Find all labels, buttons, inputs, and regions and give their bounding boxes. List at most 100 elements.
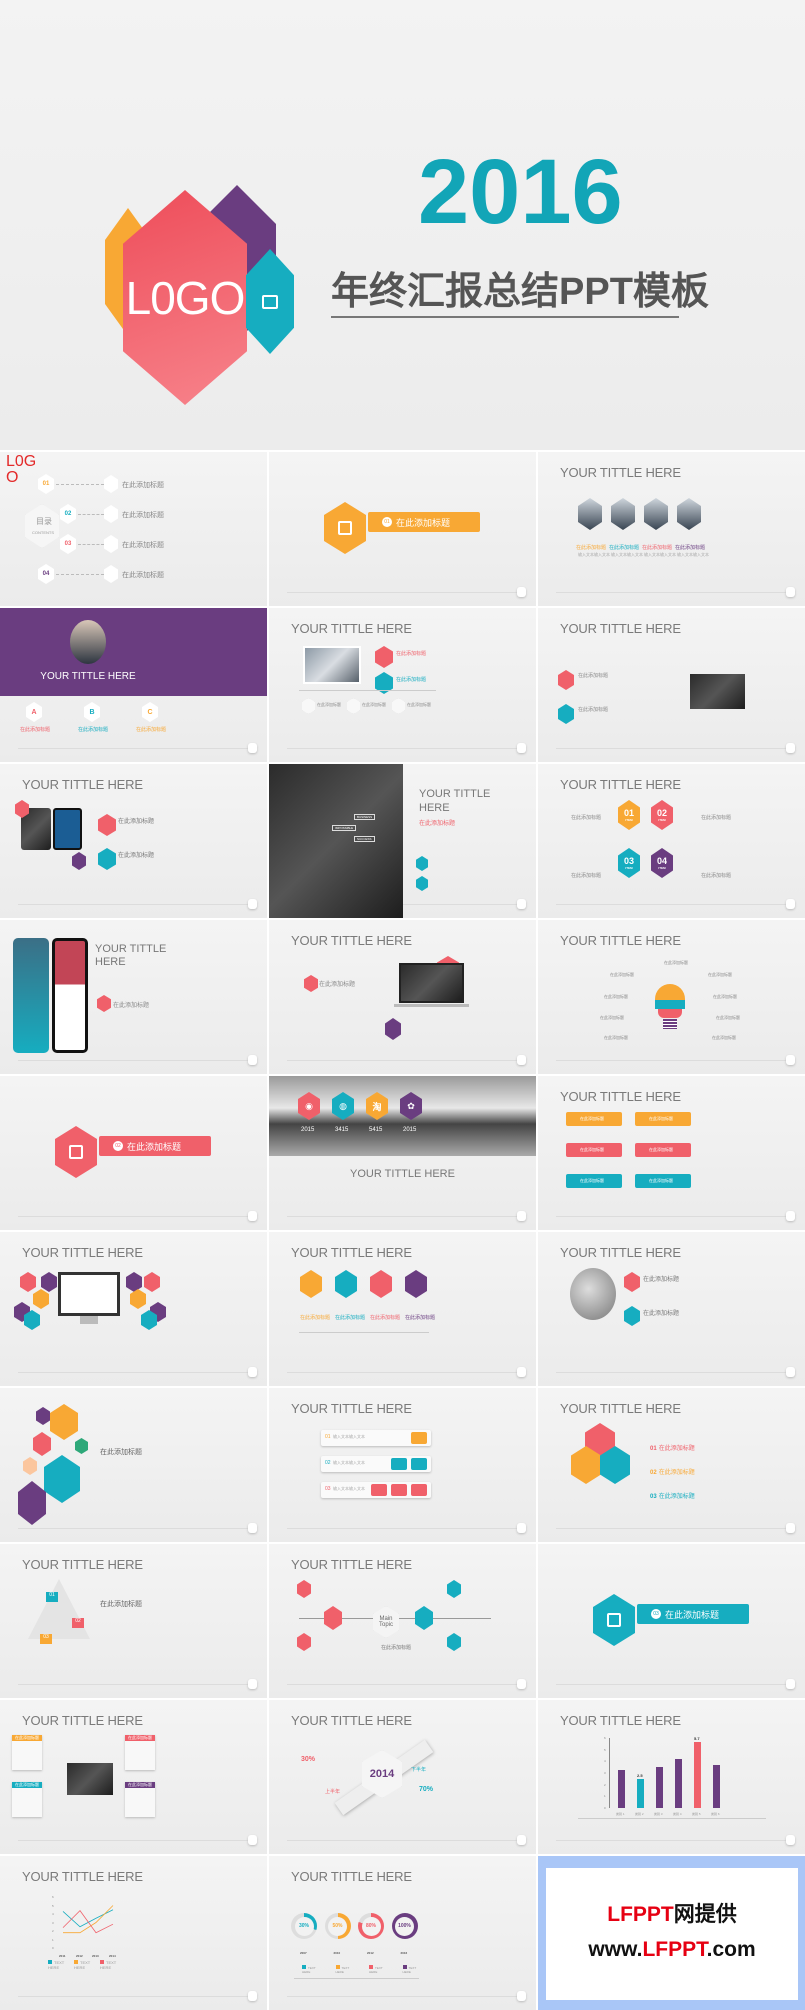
row-number: 02 [325, 1460, 331, 1466]
item-icon-hex [104, 505, 118, 523]
slide-27[interactable]: YOUR TITTLE HERE 0 1 2 3 4 5 6 类别 1 类别 2 2.5 类别 3 类别… [538, 1700, 805, 1854]
connector-line [78, 544, 104, 545]
slide-7[interactable]: YOUR TITTLE HERE 在此添加标题 在此添加标题 [0, 764, 267, 918]
donut-center: 100% [395, 1916, 414, 1936]
team-photo [677, 498, 701, 530]
item-label: 在此添加标题 [20, 727, 51, 733]
slide-25[interactable]: YOUR TITTLE HERE 在此添加标题 在此添加标题 在此添加标题 在此添加标题 [0, 1700, 267, 1854]
slide-11[interactable]: YOUR TITTLE HERE 在此添加标题 [269, 920, 536, 1074]
tablet-right [53, 808, 82, 850]
slide-17[interactable]: YOUR TITTLE HERE 在此添加标题 在此添加标题 在此添加标题 在此添加标题 [269, 1232, 536, 1386]
item-label: 在此添加标题 [701, 873, 732, 879]
slide-30[interactable]: LFPPT网提供 www.LFPPT.com [538, 1856, 805, 2010]
page-number-badge [517, 1367, 526, 1377]
icon-hex [415, 1606, 433, 1630]
slide-title: YOUR TITTLE HERE [291, 1557, 412, 1572]
hexagon [23, 1457, 37, 1475]
legend-item: TEXT HERE [74, 1960, 94, 1970]
item-hex: 02 ITEM [651, 800, 673, 830]
section-number: 03 [651, 1609, 661, 1619]
slide-18[interactable]: YOUR TITTLE HERE 在此添加标题 在此添加标题 [538, 1232, 805, 1386]
row-box: 03 输入文本输入文本 [321, 1482, 431, 1498]
icon-hex [624, 1306, 640, 1326]
slide-21[interactable]: YOUR TITTLE HERE 01 在此添加标题 02 在此添加标题 03 在此添加标题 [538, 1388, 805, 1542]
item-number: 04 [42, 571, 50, 577]
chat-icon [262, 294, 278, 309]
bar [618, 1769, 625, 1808]
item-label: 在此添加标题 [643, 1311, 680, 1317]
slide-16[interactable]: YOUR TITTLE HERE [0, 1232, 267, 1386]
bar [675, 1759, 682, 1808]
slide-22[interactable]: YOUR TITTLE HERE 01 02 03 在此添加标题 [0, 1544, 267, 1698]
item-label: 在此添加标题 [362, 702, 386, 707]
footer-line [18, 904, 249, 905]
section-icon [338, 521, 352, 535]
slide-29[interactable]: YOUR TITTLE HERE 30% 2007 TEXT HERE 50% 2010 T… [269, 1856, 536, 2010]
slide-title: YOUR TITTLE HERE [22, 777, 143, 792]
slide-6[interactable]: YOUR TITTLE HERE 在此添加标题 在此添加标题 [538, 608, 805, 762]
slide-28[interactable]: YOUR TITTLE HERE 0 1 2 3 4 5 6 2011 2012 2013 2014 T… [0, 1856, 267, 2010]
row-number: 01 [325, 1434, 331, 1440]
item-tag: ITEM [658, 818, 666, 822]
slide-15[interactable]: YOUR TITTLE HERE 在此添加标题 在此添加标题 在此添加标题 在此添加标题… [538, 1076, 805, 1230]
y-tick-label: 3 [52, 1920, 54, 1925]
icon-hex [624, 1272, 640, 1292]
slide-24[interactable]: 03 在此添加标题 [538, 1544, 805, 1698]
slide-23[interactable]: YOUR TITTLE HERE Main Topic 在此添加标题 [269, 1544, 536, 1698]
hero-year: 2016 [418, 141, 623, 243]
slide-19[interactable]: 在此添加标题 [0, 1388, 267, 1542]
y-tick-label: 2 [604, 1782, 606, 1787]
icon-hex [304, 975, 318, 992]
slide-14[interactable]: ◉ 2015 ◍ 3415 淘 5415 ✿ 2015 YOUR TITTLE HERE [269, 1076, 536, 1230]
year-label: 2016 [400, 1951, 408, 1955]
slide-13[interactable]: 02 在此添加标题 [0, 1076, 267, 1230]
donut: 80% [358, 1913, 384, 1939]
icon-hex [447, 1580, 461, 1598]
slide-1[interactable]: L0G O 目录 CONTENTS 01 在此添加标题 02 在此添加标题 03 在此添加标题 0… [0, 452, 267, 606]
icon-hex [416, 876, 428, 891]
legend-swatch [74, 1960, 78, 1964]
hexagon [75, 1438, 88, 1454]
icon-hex [558, 704, 574, 724]
slide-title: YOUR TITTLE HERE [350, 1168, 455, 1180]
item-number: 02 [650, 1470, 657, 1476]
page-number-badge [248, 1835, 257, 1845]
slide-10[interactable]: YOUR TITTLE HERE 在此添加标题 [0, 920, 267, 1074]
slide-4[interactable]: YOUR TITTLE HERE A 在此添加标题 B 在此添加标题 C 在此添加标题 [0, 608, 267, 762]
slide-8[interactable]: BUSINESS IMPOSSIBLE SUCCESS YOUR TITTLE HER… [269, 764, 536, 918]
footer-line [18, 1684, 249, 1685]
icon-glyph: ✿ [407, 1100, 415, 1111]
banner-item: 在此添加标题 [566, 1112, 622, 1126]
contents-label-en: CONTENTS [32, 530, 54, 535]
slide-3[interactable]: YOUR TITTLE HERE 在此添加标题 输入文本输入文本 在此添加标题 输入文本… [538, 452, 805, 606]
icon-hex [558, 670, 574, 690]
donut-center: 30% [294, 1916, 314, 1936]
slide-26[interactable]: YOUR TITTLE HERE 2014 30% 70% 上半年 下半年 [269, 1700, 536, 1854]
year-label: 5415 [369, 1127, 383, 1133]
slide-9[interactable]: YOUR TITTLE HERE 01 ITEM 在此添加标题 02 ITEM 在此添加标题… [538, 764, 805, 918]
banner-item: 在此添加标题 [566, 1143, 622, 1157]
page-number-badge [786, 1211, 795, 1221]
item-label: 在此添加标题 [571, 815, 602, 821]
donut-label: 100% [398, 1923, 411, 1929]
hexagon [33, 1289, 49, 1309]
hexagon [18, 1481, 46, 1525]
icon-hex [347, 698, 360, 714]
slide-2[interactable]: 01 在此添加标题 [269, 452, 536, 606]
footer-line [556, 1528, 787, 1529]
card-title: 在此添加标题 [128, 1782, 152, 1787]
row-number: 03 [325, 1486, 331, 1492]
item-label: 在此添加标题 [335, 1315, 366, 1321]
team-photo [303, 646, 361, 684]
hexagon [144, 1272, 160, 1292]
slide-12[interactable]: YOUR TITTLE HERE 在此添加标题 在此添加标题 在此添加标题 在此添加标题… [538, 920, 805, 1074]
legend-swatch [402, 1965, 407, 1969]
slide-20[interactable]: YOUR TITTLE HERE 01 输入文本输入文本 02 输入文本输入文本 03 输入… [269, 1388, 536, 1542]
letter-hex: B [84, 702, 100, 722]
item-icon-hex [104, 475, 118, 493]
slide-title: YOUR TITTLE HERE [291, 1869, 412, 1884]
footer-line [18, 1060, 249, 1061]
slide-5[interactable]: YOUR TITTLE HERE 在此添加标题 在此添加标题 在此添加标题 在此添加标题… [269, 608, 536, 762]
item-label: 02 在此添加标题 [650, 1467, 695, 1476]
item-hex: 01 ITEM [618, 800, 640, 830]
